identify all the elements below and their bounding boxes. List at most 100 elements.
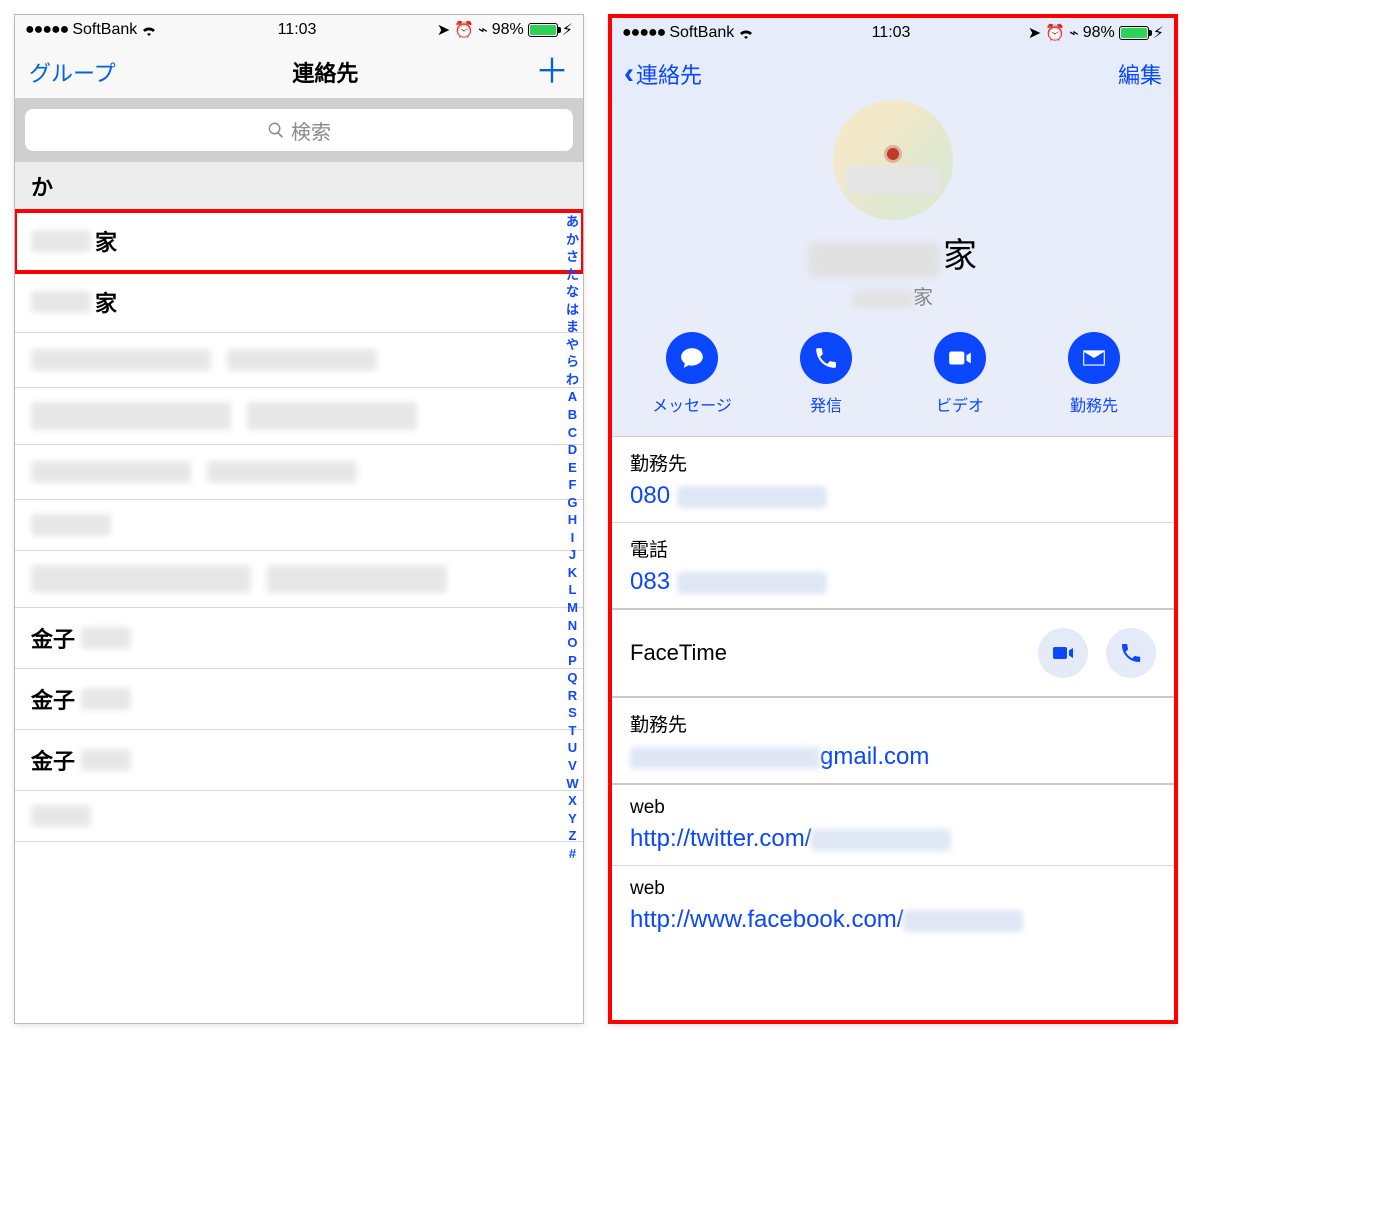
index-letter[interactable]: か bbox=[566, 231, 579, 249]
index-letter[interactable]: H bbox=[568, 511, 577, 529]
index-letter[interactable]: N bbox=[568, 617, 577, 635]
index-letter[interactable]: J bbox=[569, 546, 576, 564]
page-title: 連絡先 bbox=[292, 56, 358, 88]
web-item[interactable]: web http://www.facebook.com/ bbox=[612, 866, 1174, 946]
location-icon: ➤ bbox=[437, 20, 450, 40]
index-letter[interactable]: あ bbox=[566, 213, 579, 231]
call-button[interactable]: 発信 bbox=[781, 332, 871, 416]
message-button[interactable]: メッセージ bbox=[647, 332, 737, 416]
index-letter[interactable]: ら bbox=[566, 353, 579, 371]
contact-row[interactable] bbox=[15, 333, 583, 388]
wifi-icon bbox=[738, 27, 754, 39]
video-icon bbox=[1051, 641, 1075, 665]
index-letter[interactable]: わ bbox=[566, 371, 579, 389]
index-letter[interactable]: D bbox=[568, 441, 577, 459]
phone-icon bbox=[1119, 641, 1143, 665]
index-letter[interactable]: C bbox=[568, 424, 577, 442]
map-pin-icon bbox=[887, 148, 899, 160]
index-letter[interactable]: K bbox=[568, 564, 577, 582]
search-input[interactable]: 検索 bbox=[25, 109, 573, 151]
phone-work-item[interactable]: 勤務先 080 bbox=[612, 437, 1174, 523]
video-button[interactable]: ビデオ bbox=[915, 332, 1005, 416]
index-letter[interactable]: ま bbox=[566, 318, 579, 336]
index-letter[interactable]: Z bbox=[569, 827, 577, 845]
mail-icon bbox=[1068, 332, 1120, 384]
contact-row[interactable]: 家 bbox=[15, 211, 583, 272]
avatar[interactable] bbox=[833, 100, 953, 220]
contact-row[interactable] bbox=[15, 791, 583, 842]
mail-button[interactable]: 勤務先 bbox=[1049, 332, 1139, 416]
status-bar: ●●●●● SoftBank 11:03 ➤ ⏰ ⌁ 98% ⚡︎ bbox=[612, 18, 1174, 48]
web-item[interactable]: web http://twitter.com/ bbox=[612, 785, 1174, 866]
index-letter[interactable]: や bbox=[566, 336, 579, 354]
clock: 11:03 bbox=[872, 24, 911, 42]
search-icon bbox=[267, 121, 285, 139]
index-letter[interactable]: I bbox=[571, 529, 575, 547]
phone-icon bbox=[800, 332, 852, 384]
battery-pct: 98% bbox=[492, 21, 524, 39]
index-letter[interactable]: L bbox=[569, 581, 577, 599]
signal-dots-icon: ●●●●● bbox=[25, 21, 68, 39]
index-letter[interactable]: M bbox=[567, 599, 578, 617]
index-letter[interactable]: U bbox=[568, 739, 577, 757]
search-bar-wrap: 検索 bbox=[15, 99, 583, 161]
index-letter[interactable]: F bbox=[569, 476, 577, 494]
index-letter[interactable]: は bbox=[566, 301, 579, 319]
index-letter[interactable]: T bbox=[569, 722, 577, 740]
profile-header: 家 家 メッセージ 発信 ビデオ 勤務先 bbox=[612, 100, 1174, 437]
index-letter[interactable]: # bbox=[569, 845, 576, 863]
charging-icon: ⚡︎ bbox=[1153, 23, 1164, 43]
contact-row[interactable]: 家 bbox=[15, 272, 583, 333]
signal-dots-icon: ●●●●● bbox=[622, 24, 665, 42]
email-work-item[interactable]: 勤務先 gmail.com bbox=[612, 698, 1174, 785]
contact-row[interactable] bbox=[15, 500, 583, 551]
index-letter[interactable]: さ bbox=[566, 248, 579, 266]
index-letter[interactable]: Q bbox=[567, 669, 577, 687]
edit-button[interactable]: 編集 bbox=[1118, 58, 1162, 90]
contact-row[interactable] bbox=[15, 445, 583, 500]
chevron-left-icon: ‹ bbox=[624, 59, 634, 89]
carrier-label: SoftBank bbox=[669, 24, 734, 42]
battery-pct: 98% bbox=[1083, 24, 1115, 42]
add-contact-button[interactable]: ＋ bbox=[535, 55, 569, 89]
index-letter[interactable]: た bbox=[566, 266, 579, 284]
contact-row[interactable]: 金子 bbox=[15, 608, 583, 669]
facetime-label: FaceTime bbox=[630, 640, 727, 666]
index-letter[interactable]: X bbox=[568, 792, 577, 810]
index-letter[interactable]: な bbox=[566, 283, 579, 301]
groups-button[interactable]: グループ bbox=[29, 56, 116, 88]
contact-row[interactable] bbox=[15, 551, 583, 608]
message-icon bbox=[666, 332, 718, 384]
index-letter[interactable]: A bbox=[568, 388, 577, 406]
contact-row[interactable]: 金子 bbox=[15, 669, 583, 730]
index-letter[interactable]: P bbox=[568, 652, 577, 670]
alarm-icon: ⏰ bbox=[1045, 23, 1065, 43]
index-letter[interactable]: R bbox=[568, 687, 577, 705]
index-letter[interactable]: W bbox=[566, 775, 578, 793]
bluetooth-icon: ⌁ bbox=[478, 20, 488, 40]
location-icon: ➤ bbox=[1028, 23, 1041, 43]
nav-bar: ‹ 連絡先 編集 bbox=[612, 48, 1174, 100]
index-letter[interactable]: V bbox=[568, 757, 577, 775]
contact-name: 家 bbox=[612, 228, 1174, 277]
index-letter[interactable]: S bbox=[568, 704, 577, 722]
contact-list: 家 家 金子 金子 金子 あかさたなはまやらわABCDEFGHIJKLMNOPQ… bbox=[15, 211, 583, 842]
index-letter[interactable]: O bbox=[567, 634, 577, 652]
index-letter[interactable]: Y bbox=[568, 810, 577, 828]
alarm-icon: ⏰ bbox=[454, 20, 474, 40]
index-letter[interactable]: G bbox=[567, 494, 577, 512]
section-header: か bbox=[15, 161, 583, 211]
contact-row[interactable] bbox=[15, 388, 583, 445]
index-bar[interactable]: あかさたなはまやらわABCDEFGHIJKLMNOPQRSTUVWXYZ# bbox=[566, 211, 579, 862]
nav-bar: グループ 連絡先 ＋ bbox=[15, 45, 583, 99]
facetime-audio-button[interactable] bbox=[1106, 628, 1156, 678]
facetime-video-button[interactable] bbox=[1038, 628, 1088, 678]
contact-subname: 家 bbox=[612, 281, 1174, 310]
index-letter[interactable]: B bbox=[568, 406, 577, 424]
contact-row[interactable]: 金子 bbox=[15, 730, 583, 791]
index-letter[interactable]: E bbox=[568, 459, 577, 477]
facetime-row: FaceTime bbox=[612, 610, 1174, 698]
contact-detail-screen: ●●●●● SoftBank 11:03 ➤ ⏰ ⌁ 98% ⚡︎ ‹ 連絡先 … bbox=[608, 14, 1178, 1024]
phone-item[interactable]: 電話 083 bbox=[612, 523, 1174, 610]
back-button[interactable]: ‹ 連絡先 bbox=[624, 58, 702, 90]
